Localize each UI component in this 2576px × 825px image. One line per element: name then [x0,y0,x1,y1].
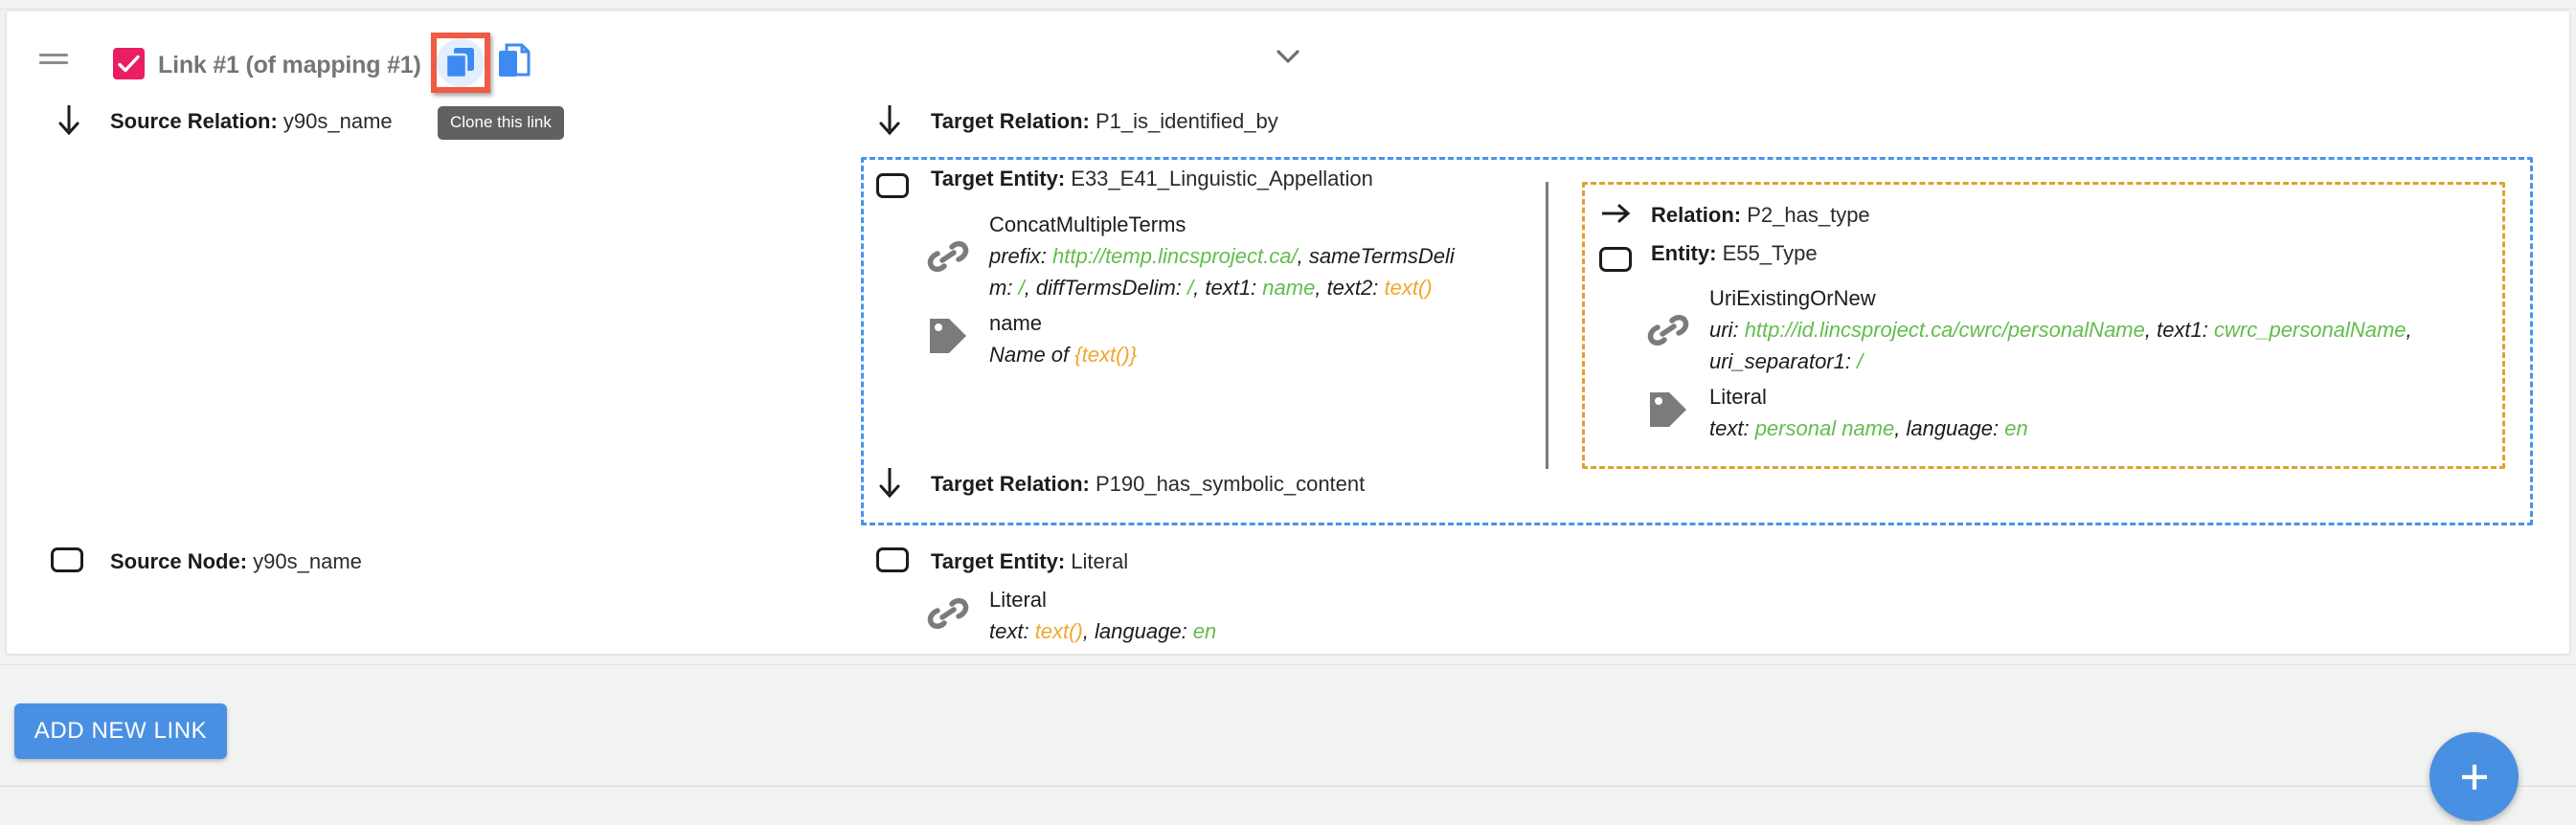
function-params-line-2: uri_separator1: / [1709,346,2412,377]
page-title: Link #1 (of mapping #1) [158,52,421,79]
link-enabled-checkbox[interactable] [113,48,145,79]
source-node-row: Source Node: y90s_name [110,549,362,574]
source-node-label: Source Node: [110,549,253,573]
nested-literal-tag-text: Literal text: personal name, language: e… [1709,381,2028,444]
clone-icon-backdrop [437,38,485,87]
target-relation-1-value: P1_is_identified_by [1096,109,1278,133]
nested-entity-label: Entity: [1651,241,1723,265]
function-params-line-1: uri: http://id.lincsproject.ca/cwrc/pers… [1709,314,2412,346]
target-relation-1-row: Target Relation: P1_is_identified_by [931,109,1278,134]
plus-icon [2455,758,2494,796]
tag-name: Literal [1709,381,2028,412]
target-entity-2-row: Target Entity: Literal [931,549,1128,574]
tag-params-line-1: Name of {text()} [989,339,1137,370]
app-screen: Link #1 (of mapping #1) Clone this link [0,0,2576,825]
source-relation-label: Source Relation: [110,109,283,133]
target-entity-2-value: Literal [1071,549,1128,573]
target-relation-2-label: Target Relation: [931,472,1096,496]
nested-relation-label: Relation: [1651,203,1747,227]
function-params-line-1: text: text(), language: en [989,615,1216,647]
nested-entity-checkbox[interactable] [1599,247,1632,272]
uri-existing-or-new-text: UriExistingOrNew uri: http://id.lincspro… [1709,282,2412,377]
source-relation-value: y90s_name [283,109,393,133]
clone-icon [445,47,476,79]
hamburger-icon[interactable] [39,54,68,71]
arrow-down-icon-target-relation-1 [875,103,904,136]
target-literal-text: Literal text: text(), language: en [989,584,1216,647]
nested-entity-row: Entity: E55_Type [1651,241,1818,266]
add-fab-button[interactable] [2429,732,2519,821]
nested-relation-value: P2_has_type [1747,203,1869,227]
target-entity-1-value: E33_E41_Linguistic_Appellation [1071,167,1373,190]
function-name: Literal [989,584,1216,615]
tag-icon [926,315,970,359]
concat-multiple-terms-text: ConcatMultipleTerms prefix: http://temp.… [989,209,1455,303]
link-icon [926,234,970,279]
source-node-value: y90s_name [253,549,362,573]
check-icon [117,53,141,76]
target-relation-1-label: Target Relation: [931,109,1096,133]
arrow-down-icon-source-relation [55,103,83,136]
footer-bar [0,664,2576,787]
target-entity-1-label: Target Entity: [931,167,1071,190]
target-entity-2-checkbox[interactable] [876,547,909,572]
function-name: UriExistingOrNew [1709,282,2412,314]
link-icon [1646,308,1690,352]
arrow-down-icon-target-relation-2 [875,466,904,499]
target-entity-1-checkbox[interactable] [876,173,909,198]
source-node-checkbox[interactable] [51,547,83,572]
function-params-line-1: prefix: http://temp.lincsproject.ca/, sa… [989,240,1455,272]
nested-relation-row: Relation: P2_has_type [1651,203,1870,228]
target-relation-2-row: Target Relation: P190_has_symbolic_conte… [931,472,1365,497]
top-strip [0,0,2576,10]
add-new-link-button[interactable]: ADD NEW LINK [14,703,227,759]
tag-params-line-1: text: personal name, language: en [1709,412,2028,444]
target-entity-1-row: Target Entity: E33_E41_Linguistic_Appell… [931,167,1373,191]
link-card: Link #1 (of mapping #1) Clone this link [6,11,2570,655]
function-params-line-2: m: /, diffTermsDelim: /, text1: name, te… [989,272,1455,303]
source-relation-row: Source Relation: y90s_name [110,109,393,134]
target-relation-2-value: P190_has_symbolic_content [1096,472,1365,496]
tag-name: name [989,307,1137,339]
nested-divider [1546,182,1548,469]
name-tag-text: name Name of {text()} [989,307,1137,370]
clone-link-button[interactable] [431,33,490,93]
duplicate-icon[interactable] [497,43,531,81]
nested-entity-value: E55_Type [1723,241,1818,265]
arrow-right-icon [1599,200,1632,227]
target-entity-2-label: Target Entity: [931,549,1071,573]
chevron-down-icon[interactable] [1271,44,1305,69]
tag-icon [1646,389,1690,433]
function-name: ConcatMultipleTerms [989,209,1455,240]
clone-tooltip: Clone this link [438,106,564,140]
link-icon [926,591,970,635]
